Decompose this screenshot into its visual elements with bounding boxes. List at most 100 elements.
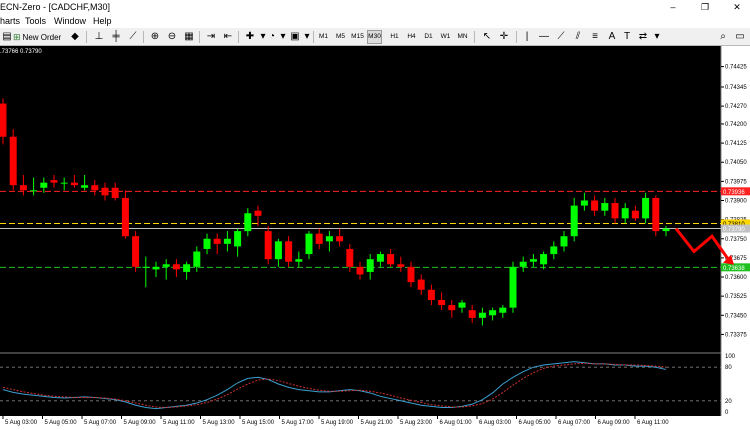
line-chart-icon[interactable]: ⟋ (126, 30, 140, 44)
candle-bull (621, 208, 629, 219)
cursor-icon[interactable]: ↖ (480, 30, 494, 44)
candle-bear (91, 185, 99, 191)
x-tick-label: 5 Aug 03:00 (5, 420, 38, 426)
candle-bull (478, 312, 486, 318)
text-label-icon[interactable]: T (620, 30, 634, 44)
vertical-line-icon[interactable]: | (520, 30, 534, 44)
candle-bull (234, 231, 242, 247)
candle-bear (652, 197, 660, 232)
text-label-icon[interactable]: A (605, 30, 619, 44)
toolbar-separator (143, 31, 144, 43)
minimize-button[interactable]: – (662, 0, 684, 14)
candle-bear (468, 310, 476, 318)
search-icon[interactable]: ⌕ (716, 30, 730, 44)
level-label: 0.73936 (723, 190, 745, 196)
chat-icon[interactable]: ▭ (733, 30, 747, 44)
candle-bear (70, 182, 78, 186)
candle-bear (50, 180, 58, 183)
candle-bear (315, 233, 323, 244)
arrows-icon[interactable]: ⇄ (636, 30, 650, 44)
x-tick-label: 5 Aug 07:00 (84, 420, 117, 426)
chevron-down-icon[interactable]: ▾ (300, 30, 314, 44)
x-tick-label: 5 Aug 13:00 (203, 420, 236, 426)
candlestick-icon[interactable]: ╪ (109, 30, 123, 44)
candle-bull (642, 197, 650, 219)
y-tick-label: 0.74270 (725, 104, 747, 110)
candle-bull (570, 205, 578, 237)
timeframe-m30[interactable]: M30 (367, 30, 382, 44)
timeframe-w1[interactable]: W1 (438, 30, 453, 44)
restore-button[interactable]: ❐ (694, 0, 716, 14)
autotrading-icon[interactable]: ◆ (68, 30, 82, 44)
crosshair-icon[interactable]: ✛ (497, 30, 511, 44)
candle-bull (540, 254, 548, 265)
x-tick-label: 5 Aug 11:00 (163, 420, 195, 426)
x-tick-label: 5 Aug 23:00 (400, 420, 433, 426)
candle-bull (458, 302, 466, 308)
menu-window[interactable]: Window (54, 14, 86, 28)
candle-bear (213, 238, 221, 244)
new-chart-icon[interactable]: ▤ (0, 30, 14, 44)
x-tick-label: 5 Aug 17:00 (282, 420, 315, 426)
timeframe-h4[interactable]: H4 (404, 30, 419, 44)
new-order-button[interactable]: ⊞ New Order (13, 30, 65, 44)
stoch-level-label: 20 (725, 399, 732, 405)
timeframe-mn[interactable]: MN (455, 30, 470, 44)
chevron-down-icon[interactable]: ▾ (650, 30, 664, 44)
timeframe-m5[interactable]: M5 (333, 30, 348, 44)
autoscroll-icon[interactable]: ⇥ (204, 30, 218, 44)
candle-bull (244, 213, 252, 232)
candle-bear (0, 103, 7, 137)
menu-charts[interactable]: harts (0, 14, 20, 28)
chart-shift-icon[interactable]: ⇤ (221, 30, 235, 44)
candle-bear (121, 197, 129, 237)
candle-bull (274, 241, 282, 260)
chart-window[interactable]: 0.74425 0.74345 0.74270 0.74200 0.74125 0.740… (0, 46, 750, 430)
candle-bear (346, 248, 354, 267)
candle-bull (203, 238, 211, 249)
menu-tools[interactable]: Tools (25, 14, 46, 28)
y-tick-label: 0.73750 (725, 237, 747, 243)
bar-chart-icon[interactable]: ⊥ (92, 30, 106, 44)
horizontal-line-icon[interactable]: — (537, 30, 551, 44)
candle-bull (509, 266, 517, 308)
price-chart[interactable]: 0.74425 0.74345 0.74270 0.74200 0.74125 0.740… (0, 46, 750, 430)
timeframe-m1[interactable]: M1 (316, 30, 331, 44)
fibonacci-icon[interactable]: ≡ (588, 30, 602, 44)
candle-bear (591, 200, 599, 211)
candle-bull (40, 182, 48, 188)
toolbar-separator (516, 31, 517, 43)
candle-bear (9, 136, 17, 186)
menu-help[interactable]: Help (93, 14, 112, 28)
close-button[interactable]: ✕ (726, 0, 748, 14)
x-tick-label: 6 Aug 05:00 (519, 420, 552, 426)
candle-bull (162, 264, 170, 267)
zoom-in-icon[interactable]: ⊕ (148, 30, 162, 44)
candle-bull (152, 266, 160, 270)
x-tick-label: 6 Aug 01:00 (440, 420, 473, 426)
candle-bear (448, 305, 456, 311)
candle-bear (285, 241, 293, 262)
new-order-icon: ⊞ (13, 32, 21, 42)
equidistant-channel-icon[interactable]: ⫽ (571, 30, 585, 44)
stoch-main-line (2, 361, 667, 410)
level-label: 0.73638 (723, 266, 745, 272)
x-tick-label: 5 Aug 05:00 (45, 420, 78, 426)
candle-bull (223, 238, 231, 244)
timeframe-h1[interactable]: H1 (387, 30, 402, 44)
candle-bull (183, 264, 191, 272)
candle-bull (550, 246, 558, 255)
candle-bear (356, 266, 364, 275)
candle-bull (60, 182, 68, 184)
y-tick-label: 0.74425 (725, 65, 747, 71)
indicators-icon[interactable]: ✚ (243, 30, 257, 44)
zoom-out-icon[interactable]: ⊖ (165, 30, 179, 44)
candle-bear (336, 236, 344, 242)
tile-windows-icon[interactable]: ▦ (182, 30, 196, 44)
x-tick-label: 6 Aug 03:00 (479, 420, 512, 426)
toolbar-separator (86, 31, 87, 43)
timeframe-m15[interactable]: M15 (350, 30, 365, 44)
candle-bear (132, 236, 140, 267)
timeframe-d1[interactable]: D1 (421, 30, 436, 44)
trendline-icon[interactable]: ⟋ (554, 30, 568, 44)
